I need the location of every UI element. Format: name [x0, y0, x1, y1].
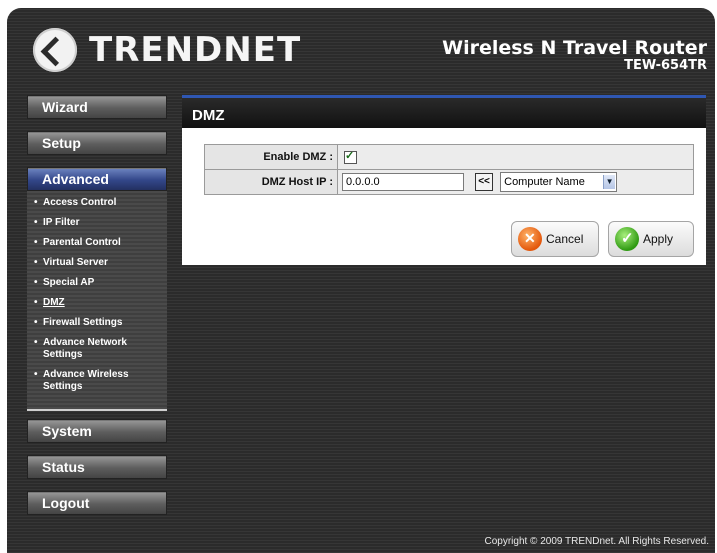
- apply-button[interactable]: Apply: [608, 221, 694, 257]
- enable-dmz-checkbox[interactable]: [344, 149, 357, 164]
- brand-logo: TRENDNET: [33, 28, 301, 72]
- header: TRENDNET Wireless N Travel Router TEW-65…: [7, 8, 715, 88]
- panel-title: DMZ: [182, 95, 706, 128]
- dmz-form: Enable DMZ : DMZ Host IP : << Computer N…: [204, 144, 694, 195]
- nav-status[interactable]: Status: [27, 455, 167, 479]
- sidebar: Wizard Setup Advanced Access Control IP …: [27, 95, 167, 527]
- submenu-advance-wireless-settings[interactable]: Advance Wireless Settings: [33, 369, 167, 393]
- cancel-icon: [518, 227, 542, 251]
- submenu-special-ap[interactable]: Special AP: [33, 277, 167, 289]
- product-model: TEW-654TR: [624, 58, 707, 73]
- nav-logout[interactable]: Logout: [27, 491, 167, 515]
- dmz-host-ip-input[interactable]: [342, 173, 464, 191]
- computer-name-select[interactable]: Computer Name ▼: [500, 172, 618, 192]
- cancel-label: Cancel: [546, 232, 584, 246]
- dmz-panel: DMZ Enable DMZ : DMZ Host IP : << Comput…: [182, 95, 706, 265]
- cancel-button[interactable]: Cancel: [511, 221, 599, 257]
- page-frame: TRENDNET Wireless N Travel Router TEW-65…: [7, 8, 715, 553]
- copyright: Copyright © 2009 TRENDnet. All Rights Re…: [484, 536, 709, 547]
- submenu-parental-control[interactable]: Parental Control: [33, 237, 167, 249]
- product-info: Wireless N Travel Router TEW-654TR: [442, 38, 707, 74]
- chevron-down-icon: ▼: [603, 175, 616, 189]
- advanced-submenu: Access Control IP Filter Parental Contro…: [27, 191, 167, 411]
- product-name: Wireless N Travel Router: [442, 37, 707, 59]
- dmz-host-row: DMZ Host IP : << Computer Name ▼: [204, 169, 694, 195]
- apply-label: Apply: [643, 232, 674, 246]
- brand-name: TRENDNET: [89, 30, 302, 70]
- checkmark-icon: [615, 227, 639, 251]
- submenu-dmz[interactable]: DMZ: [33, 297, 167, 309]
- enable-dmz-label: Enable DMZ :: [204, 144, 338, 170]
- nav-advanced[interactable]: Advanced: [27, 167, 167, 191]
- submenu-ip-filter[interactable]: IP Filter: [33, 217, 167, 229]
- computer-name-select-value: Computer Name: [504, 176, 585, 188]
- submenu-firewall-settings[interactable]: Firewall Settings: [33, 317, 167, 329]
- nav-system[interactable]: System: [27, 419, 167, 443]
- submenu-virtual-server[interactable]: Virtual Server: [33, 257, 167, 269]
- submenu-access-control[interactable]: Access Control: [33, 197, 167, 209]
- copy-ip-button[interactable]: <<: [475, 173, 494, 191]
- dmz-host-label: DMZ Host IP :: [204, 169, 338, 195]
- trendnet-logo-icon: [33, 28, 77, 72]
- submenu-advance-network-settings[interactable]: Advance Network Settings: [33, 337, 167, 361]
- enable-dmz-row: Enable DMZ :: [204, 144, 694, 170]
- nav-wizard[interactable]: Wizard: [27, 95, 167, 119]
- nav-setup[interactable]: Setup: [27, 131, 167, 155]
